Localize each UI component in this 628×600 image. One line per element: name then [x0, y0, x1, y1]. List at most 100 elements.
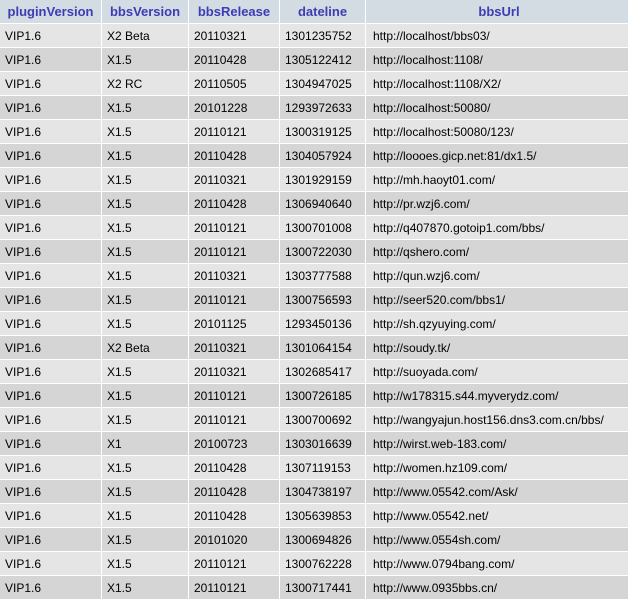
table-row[interactable]: VIP1.6 X1 20100723 1303016639 http://wirst.w…: [0, 432, 628, 456]
results-table: pluginVersion bbsVersion bbsRelease date…: [0, 0, 628, 600]
column-header-dateline[interactable]: dateline: [280, 0, 365, 24]
bbs-release-cell: 20110121: [189, 576, 279, 600]
bbs-release-cell: 20110428: [189, 480, 279, 504]
bbs-release-cell: 20110121: [189, 384, 279, 408]
column-header-pluginversion[interactable]: pluginVersion: [0, 0, 101, 24]
bbs-version-cell: X1.5: [102, 528, 188, 552]
dateline-cell: 1305639853: [280, 504, 365, 528]
bbs-version-cell: X1.5: [102, 120, 188, 144]
bbs-version-cell: X1: [102, 432, 188, 456]
column-header-bbsurl[interactable]: bbsUrl: [366, 0, 628, 24]
table-row[interactable]: VIP1.6 X2 Beta 20110321 1301064154 http://so…: [0, 336, 628, 360]
dateline-cell: 1305122412: [280, 48, 365, 72]
bbs-release-cell: 20110321: [189, 24, 279, 48]
table-row[interactable]: VIP1.6 X1.5 20101020 1300694826 http://www.0…: [0, 528, 628, 552]
bbs-release-cell: 20110505: [189, 72, 279, 96]
plugin-version-cell: VIP1.6: [0, 480, 101, 504]
table-row[interactable]: VIP1.6 X1.5 20110121 1300701008 http://q4078…: [0, 216, 628, 240]
plugin-version-cell: VIP1.6: [0, 216, 101, 240]
plugin-version-cell: VIP1.6: [0, 144, 101, 168]
dateline-cell: 1303016639: [280, 432, 365, 456]
table-row[interactable]: VIP1.6 X1.5 20101125 1293450136 http://sh.qz…: [0, 312, 628, 336]
bbs-url-cell: http://www.0554sh.com/: [366, 528, 628, 552]
bbs-version-cell: X1.5: [102, 360, 188, 384]
bbs-url-cell: http://www.05542.net/: [366, 504, 628, 528]
bbs-release-cell: 20110428: [189, 192, 279, 216]
column-header-bbsrelease[interactable]: bbsRelease: [189, 0, 279, 24]
bbs-release-cell: 20110428: [189, 456, 279, 480]
table-row[interactable]: VIP1.6 X1.5 20110121 1300700692 http://wangy…: [0, 408, 628, 432]
bbs-version-cell: X2 RC: [102, 72, 188, 96]
table-row[interactable]: VIP1.6 X1.5 20110121 1300726185 http://w1783…: [0, 384, 628, 408]
plugin-version-cell: VIP1.6: [0, 48, 101, 72]
bbs-url-cell: http://wangyajun.host156.dns3.com.cn/bbs…: [366, 408, 628, 432]
table-row[interactable]: VIP1.6 X1.5 20110428 1306940640 http://pr.wz…: [0, 192, 628, 216]
bbs-version-cell: X1.5: [102, 456, 188, 480]
table-row[interactable]: VIP1.6 X1.5 20110321 1302685417 http://suoya…: [0, 360, 628, 384]
dateline-cell: 1307119153: [280, 456, 365, 480]
bbs-url-cell: http://sh.qzyuying.com/: [366, 312, 628, 336]
dateline-cell: 1301929159: [280, 168, 365, 192]
bbs-url-cell: http://localhost:50080/123/: [366, 120, 628, 144]
table-row[interactable]: VIP1.6 X1.5 20110428 1305639853 http://www.0…: [0, 504, 628, 528]
table-row[interactable]: VIP1.6 X1.5 20110428 1305122412 http://local…: [0, 48, 628, 72]
bbs-url-cell: http://localhost:1108/X2/: [366, 72, 628, 96]
plugin-version-cell: VIP1.6: [0, 288, 101, 312]
bbs-url-cell: http://women.hz109.com/: [366, 456, 628, 480]
dateline-cell: 1304947025: [280, 72, 365, 96]
table-row[interactable]: VIP1.6 X2 Beta 20110321 1301235752 http://lo…: [0, 24, 628, 48]
bbs-version-cell: X1.5: [102, 240, 188, 264]
bbs-url-cell: http://www.0935bbs.cn/: [366, 576, 628, 600]
bbs-release-cell: 20110121: [189, 120, 279, 144]
plugin-version-cell: VIP1.6: [0, 456, 101, 480]
bbs-version-cell: X1.5: [102, 168, 188, 192]
bbs-version-cell: X1.5: [102, 480, 188, 504]
bbs-url-cell: http://q407870.gotoip1.com/bbs/: [366, 216, 628, 240]
table-body: VIP1.6 X2 Beta 20110321 1301235752 http://lo…: [0, 24, 628, 600]
dateline-cell: 1302685417: [280, 360, 365, 384]
bbs-url-cell: http://wirst.web-183.com/: [366, 432, 628, 456]
table-row[interactable]: VIP1.6 X1.5 20110428 1304738197 http://www.0…: [0, 480, 628, 504]
plugin-version-cell: VIP1.6: [0, 96, 101, 120]
table-row[interactable]: VIP1.6 X1.5 20110121 1300756593 http://seer5…: [0, 288, 628, 312]
dateline-cell: 1304057924: [280, 144, 365, 168]
bbs-url-cell: http://soudy.tk/: [366, 336, 628, 360]
table-row[interactable]: VIP1.6 X1.5 20110121 1300717441 http://www.0…: [0, 576, 628, 600]
table-row[interactable]: VIP1.6 X1.5 20110321 1301929159 http://mh.ha…: [0, 168, 628, 192]
table-header: pluginVersion bbsVersion bbsRelease date…: [0, 0, 628, 24]
bbs-release-cell: 20110428: [189, 504, 279, 528]
bbs-version-cell: X1.5: [102, 192, 188, 216]
dateline-cell: 1304738197: [280, 480, 365, 504]
plugin-version-cell: VIP1.6: [0, 576, 101, 600]
bbs-version-cell: X1.5: [102, 552, 188, 576]
dateline-cell: 1300319125: [280, 120, 365, 144]
plugin-version-cell: VIP1.6: [0, 384, 101, 408]
plugin-version-cell: VIP1.6: [0, 192, 101, 216]
bbs-version-cell: X1.5: [102, 576, 188, 600]
bbs-url-cell: http://loooes.gicp.net:81/dx1.5/: [366, 144, 628, 168]
plugin-version-cell: VIP1.6: [0, 72, 101, 96]
dateline-cell: 1306940640: [280, 192, 365, 216]
table-row[interactable]: VIP1.6 X1.5 20110428 1304057924 http://loooe…: [0, 144, 628, 168]
table-row[interactable]: VIP1.6 X1.5 20101228 1293972633 http://local…: [0, 96, 628, 120]
bbs-url-cell: http://w178315.s44.myverydz.com/: [366, 384, 628, 408]
bbs-release-cell: 20110428: [189, 48, 279, 72]
table-row[interactable]: VIP1.6 X1.5 20110321 1303777588 http://qun.w…: [0, 264, 628, 288]
bbs-release-cell: 20110121: [189, 240, 279, 264]
column-header-bbsversion[interactable]: bbsVersion: [102, 0, 188, 24]
bbs-release-cell: 20110321: [189, 264, 279, 288]
dateline-cell: 1300726185: [280, 384, 365, 408]
table-row[interactable]: VIP1.6 X2 RC 20110505 1304947025 http://loca…: [0, 72, 628, 96]
plugin-version-cell: VIP1.6: [0, 432, 101, 456]
table-row[interactable]: VIP1.6 X1.5 20110121 1300762228 http://www.0…: [0, 552, 628, 576]
plugin-version-cell: VIP1.6: [0, 240, 101, 264]
dateline-cell: 1293972633: [280, 96, 365, 120]
table-row[interactable]: VIP1.6 X1.5 20110121 1300319125 http://local…: [0, 120, 628, 144]
header-row: pluginVersion bbsVersion bbsRelease date…: [0, 0, 628, 24]
bbs-release-cell: 20110121: [189, 288, 279, 312]
bbs-version-cell: X1.5: [102, 48, 188, 72]
table-row[interactable]: VIP1.6 X1.5 20110428 1307119153 http://women…: [0, 456, 628, 480]
table-row[interactable]: VIP1.6 X1.5 20110121 1300722030 http://qsher…: [0, 240, 628, 264]
bbs-version-cell: X1.5: [102, 312, 188, 336]
dateline-cell: 1300756593: [280, 288, 365, 312]
